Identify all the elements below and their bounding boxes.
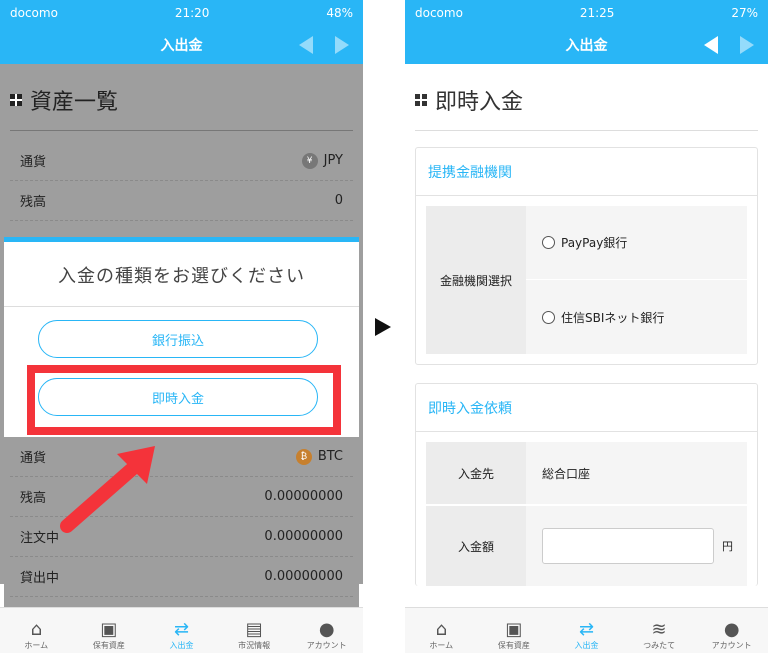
yen-icon: ¥ bbox=[301, 152, 318, 169]
tab-bar: ⌂ ホーム ▣ 保有資産 ⇄ 入出金 ≋ つみたて ● アカウント bbox=[405, 607, 768, 653]
battery-level: 48% bbox=[326, 6, 353, 20]
user-icon: ● bbox=[723, 619, 740, 640]
table-row: 残高 0 bbox=[10, 181, 353, 221]
card-title: 提携金融機関 bbox=[416, 148, 757, 196]
tab-holdings[interactable]: ▣ 保有資産 bbox=[478, 608, 551, 653]
coins-icon: ≋ bbox=[651, 619, 667, 640]
asset-table-jpy: 通貨 ¥ JPY 残高 0 bbox=[10, 141, 353, 221]
bank-transfer-button[interactable]: 銀行振込 bbox=[38, 320, 318, 358]
nav-bar: 入出金 bbox=[405, 26, 768, 64]
tab-holdings[interactable]: ▣ 保有資産 bbox=[73, 608, 146, 653]
amount-input[interactable] bbox=[542, 528, 714, 564]
grid-icon bbox=[415, 94, 427, 106]
destination-label: 入金先 bbox=[426, 442, 526, 504]
nav-bar: 入出金 bbox=[0, 26, 363, 64]
table-row: 通貨 ¥ JPY bbox=[10, 141, 353, 181]
tab-account[interactable]: ● アカウント bbox=[695, 608, 768, 653]
radio-button[interactable] bbox=[542, 236, 555, 249]
left-phone-screen: docomo 21:20 48% 入出金 資産一覧 通貨 ¥ JPY 残高 0 入… bbox=[0, 0, 363, 653]
tab-account[interactable]: ● アカウント bbox=[290, 608, 363, 653]
amount-label: 入金額 bbox=[426, 506, 526, 586]
tab-home[interactable]: ⌂ ホーム bbox=[0, 608, 73, 653]
forward-arrow-icon[interactable] bbox=[335, 36, 349, 54]
tab-bar: ⌂ ホーム ▣ 保有資産 ⇄ 入出金 ▤ 市況情報 ● アカウント bbox=[0, 607, 363, 653]
partner-bank-card: 提携金融機関 金融機関選択 PayPay銀行 住信SBIネット銀行 bbox=[415, 147, 758, 365]
transition-arrow-icon bbox=[375, 318, 391, 336]
bitcoin-icon: ₿ bbox=[295, 448, 312, 465]
tab-home[interactable]: ⌂ ホーム bbox=[405, 608, 478, 653]
back-arrow-icon[interactable] bbox=[299, 36, 313, 54]
forward-arrow-icon[interactable] bbox=[740, 36, 754, 54]
bitcoin-transfer-icon: ⇄ bbox=[173, 619, 190, 640]
right-phone-screen: docomo 21:25 27% 入出金 即時入金 提携金融機関 金融機関選択 … bbox=[405, 0, 768, 653]
wallet-icon: ▣ bbox=[505, 619, 523, 640]
deposit-request-card: 即時入金依頼 入金先 総合口座 入金額 円 bbox=[415, 383, 758, 586]
grid-icon bbox=[10, 94, 22, 106]
radio-paypay[interactable]: PayPay銀行 bbox=[526, 206, 747, 280]
tab-savings[interactable]: ≋ つみたて bbox=[623, 608, 696, 653]
pointer-arrow-icon bbox=[60, 446, 155, 533]
home-icon: ⌂ bbox=[30, 619, 43, 640]
bank-select-label: 金融機関選択 bbox=[426, 206, 526, 354]
home-icon: ⌂ bbox=[435, 619, 448, 640]
page-title: 資産一覧 bbox=[10, 64, 353, 131]
tab-deposit-withdraw[interactable]: ⇄ 入出金 bbox=[145, 608, 218, 653]
radio-sbi[interactable]: 住信SBIネット銀行 bbox=[526, 280, 747, 354]
carrier-label: docomo bbox=[415, 6, 463, 20]
battery-level: 27% bbox=[731, 6, 758, 20]
radio-button[interactable] bbox=[542, 310, 555, 324]
bitcoin-transfer-icon: ⇄ bbox=[578, 619, 595, 640]
clock: 21:20 bbox=[174, 6, 210, 20]
tab-market[interactable]: ▤ 市況情報 bbox=[218, 608, 291, 653]
status-bar: docomo 21:20 48% bbox=[0, 0, 363, 26]
nav-title: 入出金 bbox=[160, 38, 203, 54]
carrier-label: docomo bbox=[10, 6, 58, 20]
nav-title: 入出金 bbox=[565, 38, 608, 54]
highlight-box bbox=[27, 365, 341, 435]
clock: 21:25 bbox=[579, 6, 615, 20]
card-title: 即時入金依頼 bbox=[416, 384, 757, 432]
wallet-icon: ▣ bbox=[100, 619, 118, 640]
destination-value: 総合口座 bbox=[526, 442, 747, 504]
news-icon: ▤ bbox=[245, 619, 263, 640]
status-bar: docomo 21:25 27% bbox=[405, 0, 768, 26]
table-row: 貸出中 0.00000000 bbox=[10, 557, 353, 597]
tab-deposit-withdraw[interactable]: ⇄ 入出金 bbox=[550, 608, 623, 653]
modal-title: 入金の種類をお選びください bbox=[4, 242, 359, 307]
user-icon: ● bbox=[318, 619, 335, 640]
page-title: 即時入金 bbox=[415, 64, 758, 131]
yen-unit: 円 bbox=[722, 540, 733, 553]
back-arrow-icon[interactable] bbox=[704, 36, 718, 54]
